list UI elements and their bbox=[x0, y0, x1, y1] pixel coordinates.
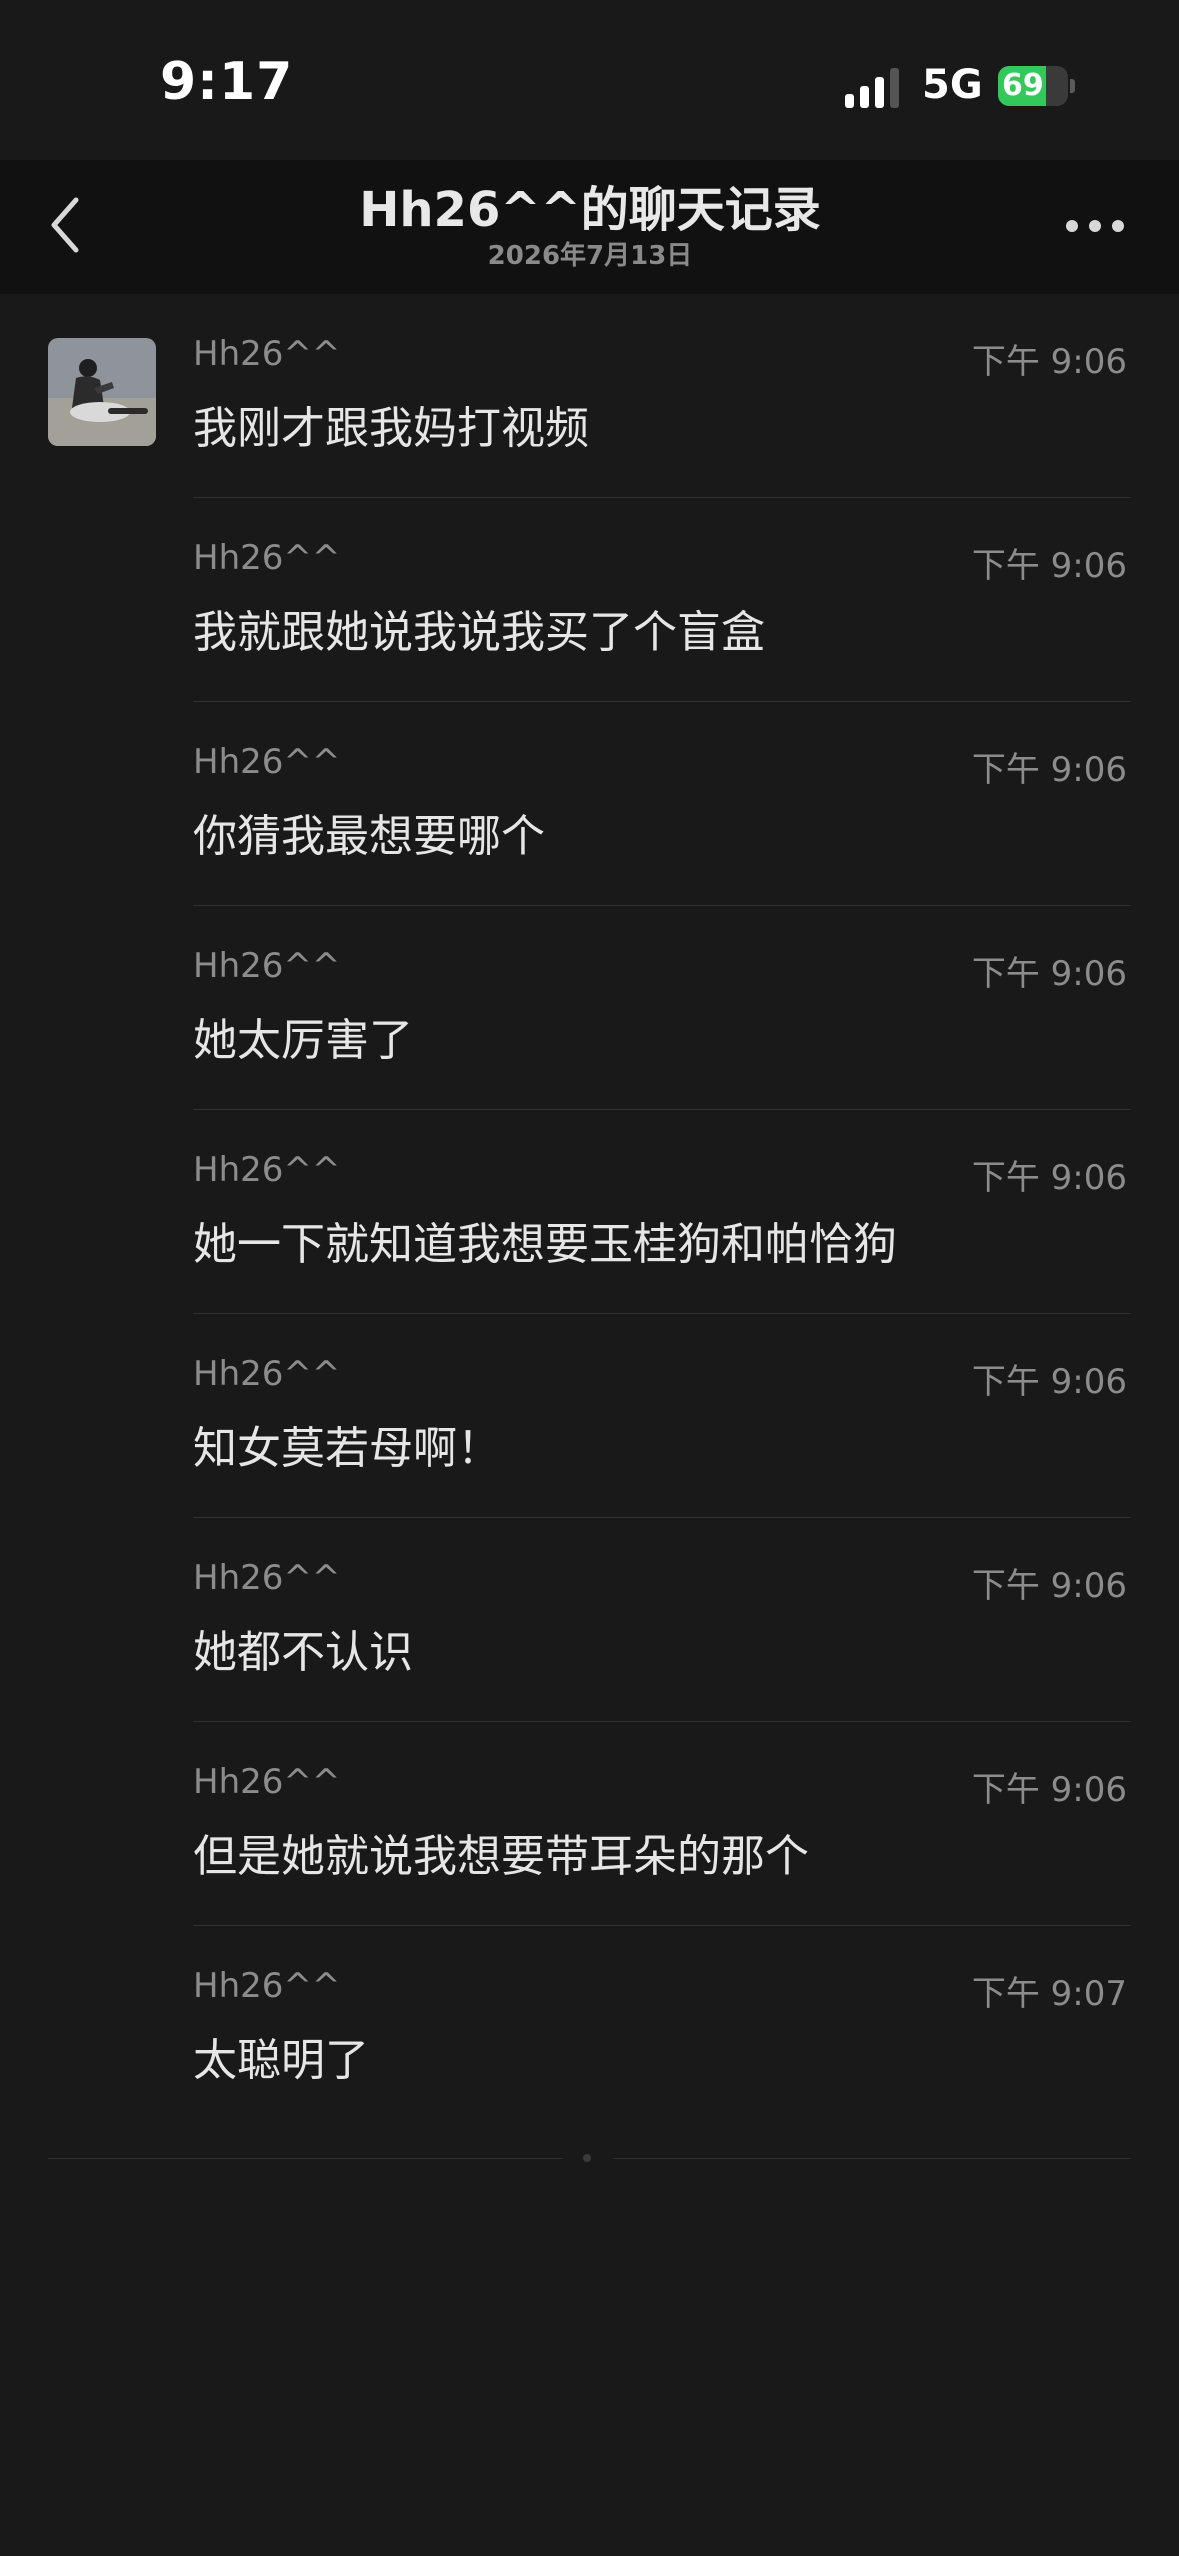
message-item[interactable]: Hh26^^ 下午 9:06 知女莫若母啊！ bbox=[0, 1314, 1179, 1518]
message-time: 下午 9:06 bbox=[971, 342, 1127, 382]
battery-icon: 69 bbox=[998, 66, 1068, 106]
message-text: 她都不认识 bbox=[193, 1627, 413, 1678]
sender-name: Hh26^^ bbox=[193, 1558, 341, 1598]
message-text: 她太厉害了 bbox=[193, 1015, 413, 1066]
end-dot bbox=[583, 2154, 591, 2162]
message-item[interactable]: Hh26^^ 下午 9:07 太聪明了 bbox=[0, 1926, 1179, 2130]
sender-name: Hh26^^ bbox=[193, 1150, 341, 1190]
message-time: 下午 9:06 bbox=[971, 750, 1127, 790]
sender-name: Hh26^^ bbox=[193, 334, 341, 374]
avatar-image bbox=[48, 338, 156, 446]
message-time: 下午 9:06 bbox=[971, 1566, 1127, 1606]
cellular-signal-icon bbox=[845, 68, 899, 108]
sender-name: Hh26^^ bbox=[193, 946, 341, 986]
message-item[interactable]: Hh26^^ 下午 9:06 她一下就知道我想要玉桂狗和帕恰狗 bbox=[0, 1110, 1179, 1314]
sender-name: Hh26^^ bbox=[193, 742, 341, 782]
message-item[interactable]: Hh26^^ 下午 9:06 你猜我最想要哪个 bbox=[0, 702, 1179, 906]
sender-avatar[interactable] bbox=[48, 338, 156, 446]
more-horizontal-icon[interactable] bbox=[1060, 206, 1130, 246]
sender-name: Hh26^^ bbox=[193, 1354, 341, 1394]
message-item[interactable]: Hh26^^ 下午 9:06 但是她就说我想要带耳朵的那个 bbox=[0, 1722, 1179, 1926]
nav-bar: Hh26^^的聊天记录 2026年7月13日 bbox=[0, 160, 1179, 294]
page-title: Hh26^^的聊天记录 bbox=[359, 182, 821, 238]
battery-level: 69 bbox=[1002, 68, 1044, 103]
title-block: Hh26^^的聊天记录 2026年7月13日 bbox=[190, 180, 990, 272]
message-time: 下午 9:06 bbox=[971, 1362, 1127, 1402]
message-time: 下午 9:06 bbox=[971, 546, 1127, 586]
message-text: 太聪明了 bbox=[193, 2035, 369, 2086]
status-time: 9:17 bbox=[160, 52, 294, 112]
message-time: 下午 9:06 bbox=[971, 1158, 1127, 1198]
message-text: 我就跟她说我说我买了个盲盒 bbox=[193, 607, 765, 658]
message-time: 下午 9:07 bbox=[971, 1974, 1127, 2014]
sender-name: Hh26^^ bbox=[193, 538, 341, 578]
message-item[interactable]: Hh26^^ 下午 9:06 她太厉害了 bbox=[0, 906, 1179, 1110]
end-of-list-divider bbox=[48, 2154, 1131, 2162]
message-item[interactable]: Hh26^^ 下午 9:06 她都不认识 bbox=[0, 1518, 1179, 1722]
message-item[interactable]: Hh26^^ 下午 9:06 我刚才跟我妈打视频 bbox=[0, 294, 1179, 498]
message-item[interactable]: Hh26^^ 下午 9:06 我就跟她说我说我买了个盲盒 bbox=[0, 498, 1179, 702]
battery-cap bbox=[1070, 79, 1075, 93]
end-line-right bbox=[613, 2158, 1131, 2159]
message-time: 下午 9:06 bbox=[971, 1770, 1127, 1810]
message-text: 但是她就说我想要带耳朵的那个 bbox=[193, 1831, 809, 1882]
back-chevron-icon[interactable] bbox=[40, 190, 100, 260]
message-text: 她一下就知道我想要玉桂狗和帕恰狗 bbox=[193, 1219, 897, 1270]
sender-name: Hh26^^ bbox=[193, 1966, 341, 2006]
sender-name: Hh26^^ bbox=[193, 1762, 341, 1802]
message-time: 下午 9:06 bbox=[971, 954, 1127, 994]
message-text: 知女莫若母啊！ bbox=[193, 1423, 501, 1474]
message-text: 我刚才跟我妈打视频 bbox=[193, 403, 589, 454]
status-bar: 9:17 5G 69 bbox=[0, 0, 1179, 160]
end-line-left bbox=[48, 2158, 563, 2159]
message-text: 你猜我最想要哪个 bbox=[193, 811, 545, 862]
page-subtitle: 2026年7月13日 bbox=[487, 241, 693, 271]
chat-history-list[interactable]: Hh26^^ 下午 9:06 我刚才跟我妈打视频 Hh26^^ 下午 9:06 … bbox=[0, 294, 1179, 2130]
network-type: 5G bbox=[922, 62, 983, 108]
